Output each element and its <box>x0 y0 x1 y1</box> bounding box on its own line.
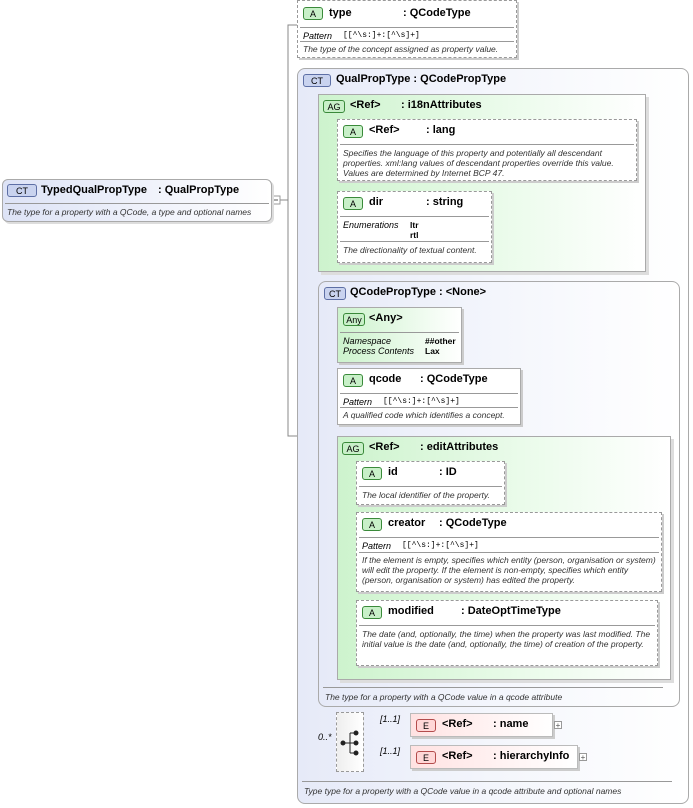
attribute-name: creator <box>388 517 426 529</box>
namespace-label: Namespace <box>343 336 392 346</box>
modified-attribute[interactable]: A modified : DateOptTimeType The date (a… <box>356 600 658 666</box>
attribute-description: The local identifier of the property. <box>362 490 490 500</box>
qualproptype-title: QualPropType : QCodePropType <box>336 73 507 85</box>
pattern-label: Pattern <box>343 397 373 407</box>
root-description: The type for a property with a QCode, a … <box>7 207 252 217</box>
element-name: : name <box>493 718 529 730</box>
process-contents-label: Process Contents <box>343 346 415 356</box>
enum-value-ltr: ltr <box>410 220 419 230</box>
hierarchyinfo-occurs: [1..1] <box>380 746 401 756</box>
complex-type-icon: CT <box>303 74 331 87</box>
pattern-value: [[^\s:]+:[^\s]+] <box>383 397 460 406</box>
attribute-type: : string <box>426 196 464 208</box>
attribute-group-icon: AG <box>323 100 345 113</box>
attribute-description: If the element is empty, specifies which… <box>362 555 656 585</box>
any-name: <Any> <box>369 312 403 324</box>
complex-type-icon: CT <box>7 184 37 197</box>
element-ref: <Ref> <box>442 718 473 730</box>
creator-attribute[interactable]: A creator : QCodeType Pattern [[^\s:]+:[… <box>356 512 662 592</box>
attribute-type: : QCodeType <box>420 373 488 385</box>
attribute-description: The date (and, optionally, the time) whe… <box>362 629 651 649</box>
attribute-name: id <box>388 466 398 478</box>
dir-attribute[interactable]: A dir : string Enumerations ltr rtl The … <box>337 191 492 263</box>
name-occurs: [1..1] <box>380 714 401 724</box>
type-attribute[interactable]: A type : QCodeType Pattern [[^\s:]+:[^\s… <box>297 0 517 58</box>
id-attribute[interactable]: A id : ID The local identifier of the pr… <box>356 461 505 505</box>
complex-type-icon: CT <box>324 287 346 300</box>
expand-hierarchyinfo-button[interactable]: + <box>579 753 587 762</box>
expand-name-button[interactable]: + <box>554 721 562 730</box>
attribute-name: modified <box>388 605 434 617</box>
sequence-compositor[interactable] <box>336 712 364 772</box>
attribute-group-icon: AG <box>342 442 364 455</box>
root-base-type: : QualPropType <box>158 184 240 196</box>
group-ref: <Ref> <box>369 441 400 453</box>
pattern-value: [[^\s:]+:[^\s]+] <box>343 31 420 40</box>
attribute-type: : QCodeType <box>403 7 471 19</box>
sequence-icon <box>340 730 359 756</box>
attribute-name: qcode <box>369 373 402 385</box>
any-icon: Any <box>343 313 365 326</box>
attribute-icon: A <box>362 467 382 480</box>
attribute-ref: <Ref> <box>369 124 400 136</box>
root-type-name: TypedQualPropType <box>41 184 147 196</box>
hierarchyinfo-element[interactable]: E <Ref> : hierarchyInfo <box>410 745 578 769</box>
attribute-icon: A <box>303 7 323 20</box>
attribute-icon: A <box>343 125 363 138</box>
element-ref: <Ref> <box>442 750 473 762</box>
qcodeproptype-description: The type for a property with a QCode val… <box>325 692 563 702</box>
name-element[interactable]: E <Ref> : name <box>410 713 553 737</box>
footer-description: Type type for a property with a QCode va… <box>304 786 622 796</box>
process-contents-value: Lax <box>425 346 440 356</box>
attribute-type: : DateOptTimeType <box>461 605 561 617</box>
any-wildcard[interactable]: Any <Any> Namespace ##other Process Cont… <box>337 307 462 363</box>
qcodeproptype-title: QCodePropType : <None> <box>350 286 487 298</box>
pattern-value: [[^\s:]+:[^\s]+] <box>402 541 479 550</box>
group-name: : i18nAttributes <box>401 99 482 111</box>
attribute-icon: A <box>362 606 382 619</box>
qcode-attribute[interactable]: A qcode : QCodeType Pattern [[^\s:]+:[^\… <box>337 368 521 425</box>
attribute-description: Specifies the language of this property … <box>343 148 614 178</box>
element-name: : hierarchyInfo <box>493 750 570 762</box>
attribute-description: The directionality of textual content. <box>343 245 477 255</box>
enum-value-rtl: rtl <box>410 230 419 240</box>
attribute-icon: A <box>362 518 382 531</box>
element-icon: E <box>416 719 436 732</box>
element-icon: E <box>416 751 436 764</box>
group-ref: <Ref> <box>350 99 381 111</box>
group-name: : editAttributes <box>420 441 499 453</box>
attribute-type: : ID <box>439 466 457 478</box>
pattern-label: Pattern <box>303 31 333 41</box>
attribute-icon: A <box>343 197 363 210</box>
root-complex-type[interactable]: CT TypedQualPropType : QualPropType The … <box>2 179 272 222</box>
attribute-name: type <box>329 7 352 19</box>
sequence-occurs: 0..* <box>318 732 332 742</box>
attribute-name: dir <box>369 196 384 208</box>
pattern-label: Pattern <box>362 541 392 551</box>
attribute-description: The type of the concept assigned as prop… <box>303 44 499 54</box>
lang-attribute[interactable]: A <Ref> : lang Specifies the language of… <box>337 119 637 181</box>
enumerations-label: Enumerations <box>343 220 399 230</box>
attribute-type: : QCodeType <box>439 517 507 529</box>
attribute-icon: A <box>343 374 363 387</box>
attribute-description: A qualified code which identifies a conc… <box>343 410 505 420</box>
namespace-value: ##other <box>425 336 456 346</box>
attribute-name: : lang <box>426 124 456 136</box>
